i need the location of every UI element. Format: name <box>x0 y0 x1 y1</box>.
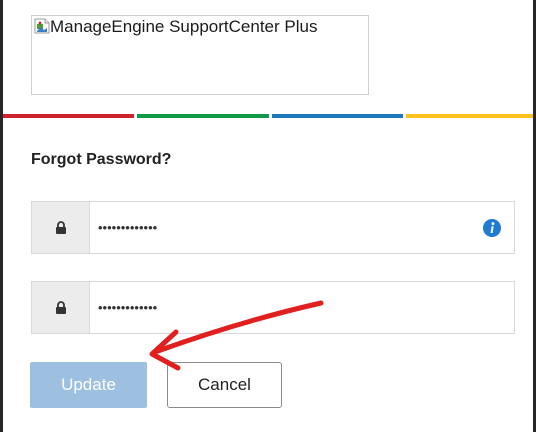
lock-icon <box>32 202 90 253</box>
new-password-input[interactable]: ••••••••••••• <box>90 202 483 253</box>
broken-image-icon <box>34 18 50 34</box>
window-edge-left <box>0 0 3 432</box>
confirm-password-field[interactable]: ••••••••••••• <box>31 281 515 334</box>
color-bar-red <box>3 114 135 118</box>
new-password-field[interactable]: ••••••••••••• <box>31 201 515 254</box>
logo-alt-text: ManageEngine SupportCenter Plus <box>50 17 318 36</box>
page-title: Forgot Password? <box>31 151 172 168</box>
update-button[interactable]: Update <box>30 362 147 408</box>
cancel-button[interactable]: Cancel <box>167 362 282 408</box>
color-bar-yellow <box>405 114 534 118</box>
color-bar-blue <box>271 114 403 118</box>
confirm-password-input[interactable]: ••••••••••••• <box>90 282 514 333</box>
info-icon[interactable] <box>483 218 501 237</box>
lock-icon <box>32 282 90 333</box>
color-bar-green <box>137 114 269 118</box>
logo: ManageEngine SupportCenter Plus <box>31 15 369 95</box>
brand-color-bar <box>3 114 534 118</box>
